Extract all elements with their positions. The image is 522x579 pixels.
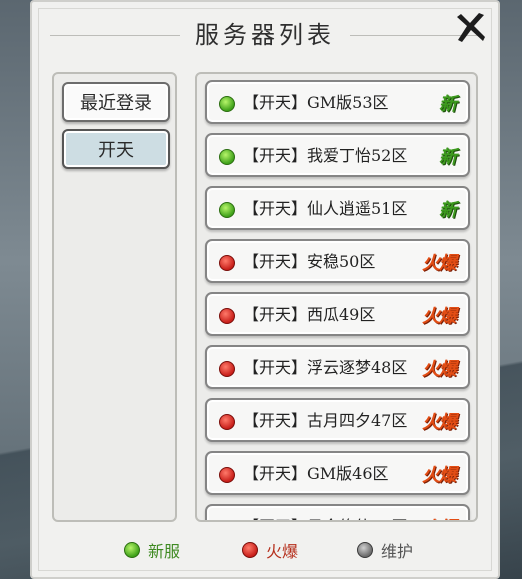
status-legend: 新服 火爆 维护 (32, 538, 498, 562)
server-name: 【开天】GM版46区 (243, 464, 389, 483)
legend-green-dot-icon (124, 542, 140, 558)
legend-hot: 火爆 (242, 538, 298, 562)
hot-badge: 火爆 (422, 359, 457, 380)
category-sidebar: 最近登录 开天 (52, 72, 177, 522)
server-row[interactable]: 【开天】日今修仙45区 火爆 (205, 504, 470, 522)
legend-new: 新服 (124, 538, 180, 562)
server-row[interactable]: 【开天】我爱丁怡52区 新 (205, 133, 470, 177)
legend-maintenance: 维护 (357, 538, 413, 562)
close-icon (457, 13, 485, 42)
title-bar: 服务器列表 (32, 18, 498, 52)
status-dot-hot (219, 308, 235, 324)
server-name: 【开天】GM版53区 (243, 93, 389, 112)
new-badge: 新 (439, 200, 457, 221)
legend-gray-dot-icon (357, 542, 373, 558)
server-name: 【开天】安稳50区 (243, 252, 376, 271)
server-row[interactable]: 【开天】安稳50区 火爆 (205, 239, 470, 283)
tab-recent-login-label: 最近登录 (80, 93, 152, 114)
tab-kaitian[interactable]: 开天 (62, 129, 170, 169)
server-row[interactable]: 【开天】GM版46区 火爆 (205, 451, 470, 495)
server-name: 【开天】日今修仙45区 (243, 509, 423, 521)
server-row[interactable]: 【开天】浮云逐梦48区 火爆 (205, 345, 470, 389)
status-dot-new (219, 149, 235, 165)
status-dot-new (219, 96, 235, 112)
status-dot-new (219, 202, 235, 218)
new-badge: 新 (439, 147, 457, 168)
server-name: 【开天】古月四夕47区 (243, 411, 408, 430)
hot-badge: 火爆 (422, 306, 457, 327)
server-row[interactable]: 【开天】GM版53区 新 (205, 80, 470, 124)
hot-badge: 火爆 (422, 253, 457, 274)
hot-badge: 火爆 (422, 514, 457, 520)
panel-title: 服务器列表 (187, 21, 343, 49)
status-dot-hot (219, 520, 235, 522)
status-dot-hot (219, 467, 235, 483)
tab-kaitian-label: 开天 (98, 140, 134, 161)
status-dot-hot (219, 361, 235, 377)
server-row[interactable]: 【开天】西瓜49区 火爆 (205, 292, 470, 336)
server-name: 【开天】仙人逍遥51区 (243, 199, 408, 218)
title-divider-left (50, 35, 180, 36)
status-dot-hot (219, 255, 235, 271)
server-name: 【开天】浮云逐梦48区 (243, 358, 408, 377)
server-list[interactable]: 【开天】GM版53区 新 【开天】我爱丁怡52区 新 【开天】仙人逍遥51区 新… (195, 72, 478, 522)
server-row[interactable]: 【开天】古月四夕47区 火爆 (205, 398, 470, 442)
tab-recent-login[interactable]: 最近登录 (62, 82, 170, 122)
close-button[interactable] (450, 8, 490, 48)
hot-badge: 火爆 (422, 465, 457, 486)
new-badge: 新 (439, 94, 457, 115)
legend-hot-label: 火爆 (266, 542, 299, 561)
server-name: 【开天】西瓜49区 (243, 305, 376, 324)
legend-new-label: 新服 (148, 542, 181, 561)
server-row[interactable]: 【开天】仙人逍遥51区 新 (205, 186, 470, 230)
legend-red-dot-icon (242, 542, 258, 558)
server-list-panel: 服务器列表 最近登录 开天 【开天】GM版53区 新 【开天】我爱丁怡52区 新… (30, 0, 500, 579)
legend-maintenance-label: 维护 (381, 542, 414, 561)
server-name: 【开天】我爱丁怡52区 (243, 146, 408, 165)
status-dot-hot (219, 414, 235, 430)
hot-badge: 火爆 (422, 412, 457, 433)
